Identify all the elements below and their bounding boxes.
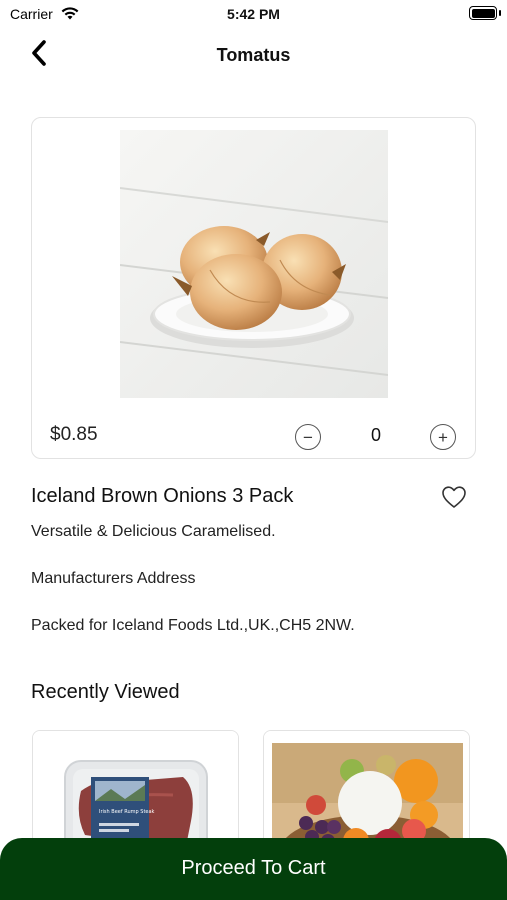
proceed-to-cart-button[interactable]: Proceed To Cart (0, 838, 507, 900)
manufacturer-address: Packed for Iceland Foods Ltd.,UK.,CH5 2N… (31, 617, 355, 634)
pack-label-text: Irish Beef Rump Steak (99, 809, 155, 815)
manufacturer-heading: Manufacturers Address (31, 570, 196, 587)
proceed-to-cart-label: Proceed To Cart (181, 856, 326, 879)
product-card: $0.85 − 0 + (31, 117, 476, 459)
decrease-quantity-button[interactable]: − (295, 424, 321, 450)
heart-outline-icon (440, 486, 468, 515)
favorite-button[interactable] (440, 483, 468, 511)
product-price: $0.85 (50, 424, 98, 445)
plus-icon: + (438, 427, 448, 447)
product-image (120, 130, 388, 398)
minus-icon: − (303, 427, 313, 447)
clock: 5:42 PM (227, 6, 280, 22)
battery-icon (469, 6, 497, 20)
page-title: Tomatus (216, 45, 291, 65)
increase-quantity-button[interactable]: + (430, 424, 456, 450)
navigation-bar: Tomatus (0, 30, 507, 82)
product-name: Iceland Brown Onions 3 Pack (31, 485, 294, 507)
battery-tip (499, 10, 501, 16)
product-description: Versatile & Delicious Caramelised. (31, 523, 276, 540)
status-bar: Carrier 5:42 PM (0, 0, 507, 28)
quantity-value: 0 (370, 425, 381, 445)
recently-viewed-title: Recently Viewed (31, 681, 180, 703)
